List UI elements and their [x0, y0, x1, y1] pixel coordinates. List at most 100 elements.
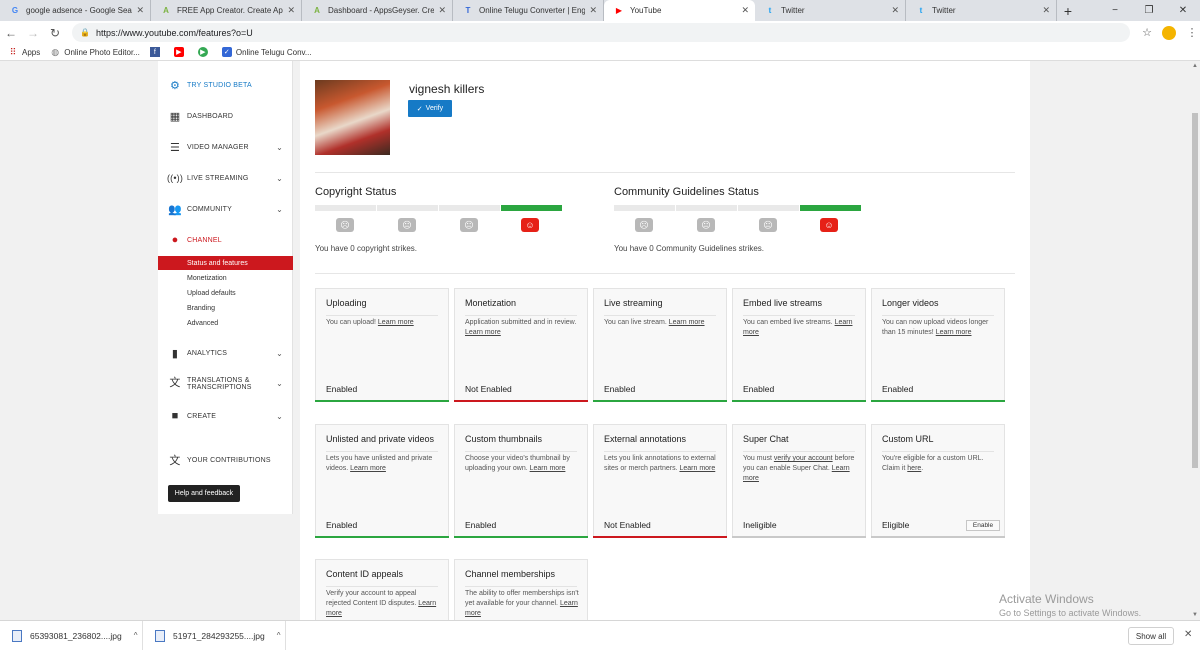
scroll-down-icon[interactable]: ▼ [1190, 610, 1200, 620]
restore-button[interactable]: ❐ [1132, 0, 1166, 21]
sidebar-item-studio-beta[interactable]: ⚙ TRY STUDIO BETA [158, 75, 293, 95]
verify-account-link[interactable]: verify your account [774, 455, 833, 462]
sidebar-item-create[interactable]: ■ CREATE ⌄ [158, 406, 293, 426]
dashboard-icon: ▦ [169, 110, 181, 123]
learn-more-link[interactable]: Learn more [530, 465, 566, 472]
feature-card-super-chat: Super Chat You must verify your account … [732, 424, 866, 538]
tab-twitter-2[interactable]: t Twitter ✕ [906, 0, 1057, 21]
sidebar-sub-branding[interactable]: Branding [158, 301, 293, 315]
divider [882, 315, 994, 316]
new-tab-button[interactable]: + [1057, 0, 1079, 21]
profile-avatar[interactable] [1162, 25, 1176, 40]
tab-youtube[interactable]: ▶ YouTube ✕ [604, 0, 755, 21]
divider [315, 273, 1015, 274]
learn-more-link[interactable]: Learn more [679, 465, 715, 472]
sidebar-item-analytics[interactable]: ▮ ANALYTICS ⌄ [158, 343, 293, 363]
address-bar: ← → ↻ 🔒 https://www.youtube.com/features… [0, 21, 1200, 44]
download-item[interactable]: 51971_284293255....jpg ^ [143, 620, 286, 650]
sidebar-sub-monetization[interactable]: Monetization [158, 271, 293, 285]
gear-icon: ⚙ [169, 79, 181, 92]
neutral-face-icon: 😐 [398, 218, 416, 232]
feature-card-external-annotations: External annotations Lets you link annot… [593, 424, 727, 538]
feature-status: Enabled [326, 384, 358, 394]
close-icon[interactable]: ✕ [1184, 629, 1192, 640]
verify-button[interactable]: ✓ Verify [408, 100, 452, 117]
page-scrollbar[interactable]: ▲ ▼ [1190, 61, 1200, 620]
here-link[interactable]: here [907, 465, 921, 472]
enable-button[interactable]: Enable [966, 520, 1000, 531]
window-controls: − ❐ ✕ [1098, 0, 1200, 21]
tab-twitter-1[interactable]: t Twitter ✕ [755, 0, 906, 21]
close-icon[interactable]: ✕ [438, 5, 446, 16]
more-menu-icon[interactable]: ⋮ [1184, 26, 1200, 39]
tab-dashboard[interactable]: A Dashboard - AppsGeyser. Create ✕ [302, 0, 453, 21]
bookmark-star-icon[interactable]: ☆ [1136, 26, 1158, 39]
sidebar-item-community[interactable]: 👥 COMMUNITY ⌄ [158, 199, 293, 219]
apps-grid-icon: ⠿ [9, 46, 17, 57]
chevron-down-icon: ⌄ [276, 173, 283, 183]
sidebar-sub-advanced[interactable]: Advanced [158, 316, 293, 330]
sad-face-icon: ☹ [336, 218, 354, 232]
chevron-up-icon[interactable]: ^ [134, 631, 138, 640]
learn-more-link[interactable]: Learn more [669, 319, 705, 326]
close-icon[interactable]: ✕ [891, 5, 899, 16]
chevron-up-icon[interactable]: ^ [277, 631, 281, 640]
bookmark-facebook[interactable]: f [149, 47, 164, 57]
sidebar-item-video-manager[interactable]: ☰ VIDEO MANAGER ⌄ [158, 137, 293, 157]
sidebar-item-dashboard[interactable]: ▦ DASHBOARD [158, 106, 293, 126]
reload-icon[interactable]: ↻ [44, 26, 66, 40]
tab-telugu-converter[interactable]: T Online Telugu Converter | English ✕ [453, 0, 604, 21]
feature-status: Ineligible [743, 520, 777, 530]
close-icon[interactable]: ✕ [589, 5, 597, 16]
bookmark-apps[interactable]: ⠿ Apps [8, 46, 41, 57]
learn-more-link[interactable]: Learn more [465, 329, 501, 336]
activate-windows-watermark: Activate Windows Go to Settings to activ… [999, 592, 1141, 618]
sidebar-item-channel[interactable]: ● CHANNEL [158, 230, 293, 250]
download-item[interactable]: 65393081_236802....jpg ^ [0, 620, 143, 650]
sidebar-item-live-streaming[interactable]: ((•)) LIVE STREAMING ⌄ [158, 168, 293, 188]
divider [743, 315, 855, 316]
lock-icon: 🔒 [80, 28, 90, 37]
scrollbar-thumb[interactable] [1192, 113, 1198, 468]
tab-google-search[interactable]: G google adsence - Google Search ✕ [0, 0, 151, 21]
minimize-button[interactable]: − [1098, 0, 1132, 21]
chevron-down-icon: ⌄ [276, 142, 283, 152]
url-field[interactable]: 🔒 https://www.youtube.com/features?o=U [72, 23, 1130, 42]
bookmark-photo-editor[interactable]: ◍ Online Photo Editor... [50, 47, 140, 57]
close-icon[interactable]: ✕ [1042, 5, 1050, 16]
feature-title: Monetization [465, 298, 517, 308]
bookmark-youtube[interactable]: ▶ [173, 47, 188, 57]
show-all-button[interactable]: Show all [1128, 627, 1174, 645]
close-icon[interactable]: ✕ [287, 5, 295, 16]
feature-card-custom-thumbnails: Custom thumbnails Choose your video's th… [454, 424, 588, 538]
tab-title: Online Telugu Converter | English [479, 6, 586, 15]
bar-chart-icon: ▮ [171, 347, 179, 360]
close-icon[interactable]: ✕ [136, 5, 144, 16]
bookmark-telugu[interactable]: ✓ Online Telugu Conv... [221, 47, 312, 57]
sidebar-item-translations[interactable]: 文 TRANSLATIONS & TRANSCRIPTIONS ⌄ [158, 372, 293, 396]
back-arrow-icon[interactable]: ← [0, 26, 22, 40]
bookmark-play[interactable]: ▶ [197, 47, 212, 57]
learn-more-link[interactable]: Learn more [378, 319, 414, 326]
help-feedback-button[interactable]: Help and feedback [168, 485, 240, 502]
close-window-button[interactable]: ✕ [1166, 0, 1200, 21]
sidebar-item-contributions[interactable]: 文 YOUR CONTRIBUTIONS [158, 450, 293, 470]
tab-app-creator[interactable]: A FREE App Creator. Create Apps f ✕ [151, 0, 302, 21]
forward-arrow-icon[interactable]: → [22, 26, 44, 40]
strike-segment [315, 205, 376, 211]
sidebar-sub-upload-defaults[interactable]: Upload defaults [158, 286, 293, 300]
feature-description: Choose your video's thumbnail by uploadi… [465, 454, 579, 474]
learn-more-link[interactable]: Learn more [350, 465, 386, 472]
neutral-face-icon: 😐 [697, 218, 715, 232]
chevron-down-icon: ⌄ [276, 204, 283, 214]
scroll-up-icon[interactable]: ▲ [1190, 61, 1200, 71]
copyright-status-text: You have 0 copyright strikes. [315, 244, 417, 253]
studio-sidebar: ⚙ TRY STUDIO BETA ▦ DASHBOARD ☰ VIDEO MA… [158, 61, 293, 514]
description-text: You can embed live streams. [743, 319, 835, 326]
learn-more-link[interactable]: Learn more [936, 329, 972, 336]
sidebar-sub-status-and-features[interactable]: Status and features [158, 256, 293, 270]
close-icon[interactable]: ✕ [741, 5, 749, 16]
feature-card-uploading: Uploading You can upload! Learn more Ena… [315, 288, 449, 402]
feature-status: Enabled [882, 384, 914, 394]
tab-title: YouTube [630, 6, 662, 15]
